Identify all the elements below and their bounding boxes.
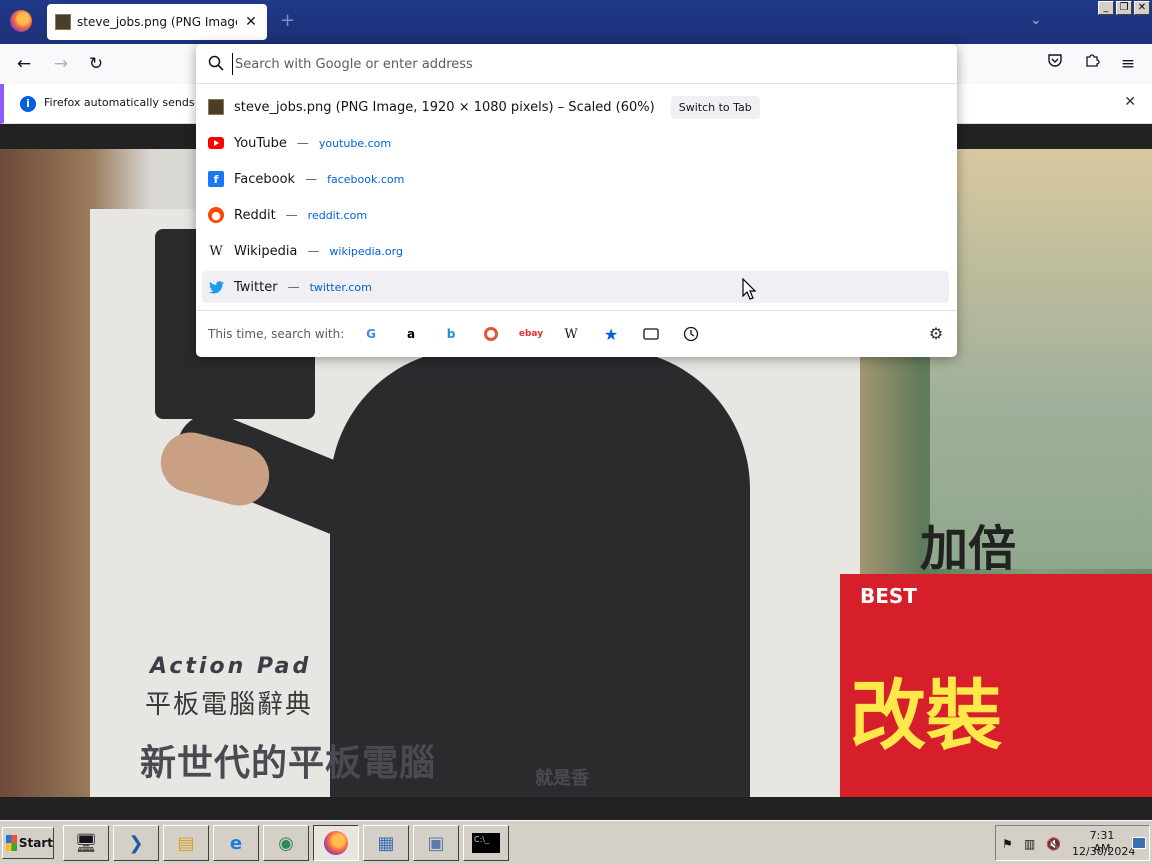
terminal-icon: C:\_	[472, 833, 500, 853]
result-url: twitter.com	[309, 280, 372, 294]
result-url: facebook.com	[327, 172, 405, 186]
tab-active[interactable]: steve_jobs.png (PNG Image, 1920 × 1080 p…	[47, 4, 267, 40]
result-facebook[interactable]: f Facebook — facebook.com	[202, 163, 949, 195]
show-desktop-icon[interactable]	[1132, 837, 1146, 849]
start-button[interactable]: Start	[2, 827, 54, 859]
result-separator: —	[305, 172, 318, 186]
network-icon[interactable]: ◉	[263, 825, 309, 861]
notification-message: Firefox automatically sends som	[44, 96, 222, 109]
result-title: Twitter	[234, 279, 278, 295]
reload-icon[interactable]: ↻	[84, 52, 108, 76]
result-youtube[interactable]: YouTube — youtube.com	[202, 127, 949, 159]
image-icon	[208, 99, 224, 115]
windows-logo-icon	[6, 835, 17, 851]
poster-caption-main: 新世代的平板電腦	[140, 743, 437, 784]
window-controls: _ ❐ ✕	[1098, 1, 1150, 15]
history-icon[interactable]	[682, 325, 700, 343]
result-url: wikipedia.org	[329, 244, 403, 258]
youtube-icon	[208, 135, 224, 151]
red-banner: BEST 改裝	[840, 574, 1152, 797]
poster-caption-tail: 就是香	[535, 768, 589, 789]
hamburger-menu-icon[interactable]: ≡	[1116, 52, 1140, 76]
server-manager-icon[interactable]: 🖥	[63, 825, 109, 861]
switch-to-tab-button[interactable]: Switch to Tab	[670, 95, 760, 119]
control-panel-icon[interactable]: ▣	[413, 825, 459, 861]
bookmarks-icon[interactable]: ★	[602, 325, 620, 344]
tab-title: steve_jobs.png (PNG Image, 1920 × 1080 p…	[77, 15, 237, 29]
facebook-icon: f	[208, 171, 224, 187]
back-icon[interactable]: ←	[12, 52, 36, 76]
result-url: youtube.com	[318, 136, 392, 150]
list-all-tabs-icon[interactable]: ⌄	[1030, 12, 1042, 28]
urlbar-input-row	[196, 44, 957, 84]
remote-desktop-icon[interactable]: ▦	[363, 825, 409, 861]
powershell-icon[interactable]: ❯	[113, 825, 159, 861]
bing-icon[interactable]: b	[442, 325, 460, 343]
result-title: Wikipedia	[234, 243, 298, 259]
info-icon: i	[20, 96, 36, 112]
reddit-icon: ●	[208, 207, 224, 223]
tab-strip: steve_jobs.png (PNG Image, 1920 × 1080 p…	[0, 0, 1152, 44]
close-tab-icon[interactable]: ✕	[243, 14, 259, 30]
close-notification-icon[interactable]: ✕	[1124, 94, 1136, 110]
mouse-cursor-icon	[742, 278, 756, 300]
flag-icon[interactable]: ⚑	[1002, 837, 1013, 851]
one-off-search-row: This time, search with: G a b ebay W ★ ⚙	[196, 310, 957, 357]
result-reddit[interactable]: ● Reddit — reddit.com	[202, 199, 949, 231]
ebay-icon[interactable]: ebay	[519, 325, 543, 343]
firefox-taskbar-icon[interactable]	[313, 825, 359, 861]
wikipedia-icon[interactable]: W	[562, 325, 580, 343]
result-separator: —	[307, 244, 320, 258]
store-shelf	[930, 149, 1152, 569]
search-icon	[208, 55, 224, 71]
result-twitter[interactable]: Twitter — twitter.com	[202, 271, 949, 303]
gear-icon[interactable]: ⚙	[927, 325, 945, 343]
volume-muted-icon[interactable]: 🔇	[1046, 837, 1061, 851]
firefox-icon	[324, 831, 348, 855]
forward-icon[interactable]: →	[49, 52, 73, 76]
best-logo: BEST	[860, 584, 917, 608]
person-figure	[330, 349, 750, 797]
poster-caption-subtitle: 平板電腦辭典	[145, 690, 314, 720]
firefox-view-icon[interactable]	[10, 10, 32, 32]
clock-date[interactable]: 12/30/2024	[1072, 845, 1135, 858]
internet-explorer-icon[interactable]: e	[213, 825, 259, 861]
poster-caption-title: Action Pad	[150, 654, 312, 679]
twitter-icon	[208, 279, 224, 295]
restore-icon[interactable]: ❐	[1116, 1, 1132, 15]
amazon-icon[interactable]: a	[402, 325, 420, 343]
image-icon	[55, 14, 71, 30]
file-explorer-icon[interactable]: ▤	[163, 825, 209, 861]
result-wikipedia[interactable]: W Wikipedia — wikipedia.org	[202, 235, 949, 267]
wikipedia-icon: W	[209, 243, 223, 259]
extensions-icon[interactable]	[1080, 52, 1104, 76]
close-window-icon[interactable]: ✕	[1134, 1, 1150, 15]
result-url: reddit.com	[307, 208, 368, 222]
minimize-icon[interactable]: _	[1098, 1, 1114, 15]
banner-text: 改裝	[850, 671, 1002, 760]
google-icon[interactable]: G	[362, 325, 380, 343]
result-title: Facebook	[234, 171, 296, 187]
address-bar-input[interactable]	[232, 53, 932, 75]
result-title: Reddit	[234, 207, 276, 223]
result-title: steve_jobs.png (PNG Image, 1920 × 1080 p…	[234, 99, 655, 115]
pocket-icon[interactable]	[1043, 52, 1067, 76]
network-tray-icon[interactable]: ▥	[1024, 837, 1035, 851]
command-prompt-icon[interactable]: C:\_	[463, 825, 509, 861]
tabs-icon[interactable]	[642, 325, 660, 343]
store-sign-text: 加倍	[920, 521, 1017, 577]
result-separator: —	[287, 280, 300, 294]
duckduckgo-icon[interactable]	[482, 325, 500, 343]
result-title: YouTube	[234, 135, 287, 151]
start-label: Start	[18, 836, 53, 850]
urlbar-dropdown: steve_jobs.png (PNG Image, 1920 × 1080 p…	[196, 44, 957, 357]
system-tray: ⚑ ▥ 🔇 7:31 AM 12/30/2024	[995, 825, 1150, 861]
new-tab-icon[interactable]: +	[280, 10, 295, 31]
search-with-label: This time, search with:	[208, 327, 345, 341]
result-switch-tab[interactable]: steve_jobs.png (PNG Image, 1920 × 1080 p…	[202, 91, 949, 123]
taskbar: Start 🖥 ❯ ▤ e ◉ ▦ ▣ C:\_ ⚑ ▥ 🔇 7:31 AM 1…	[0, 820, 1152, 864]
result-separator: —	[296, 136, 309, 150]
result-separator: —	[285, 208, 298, 222]
